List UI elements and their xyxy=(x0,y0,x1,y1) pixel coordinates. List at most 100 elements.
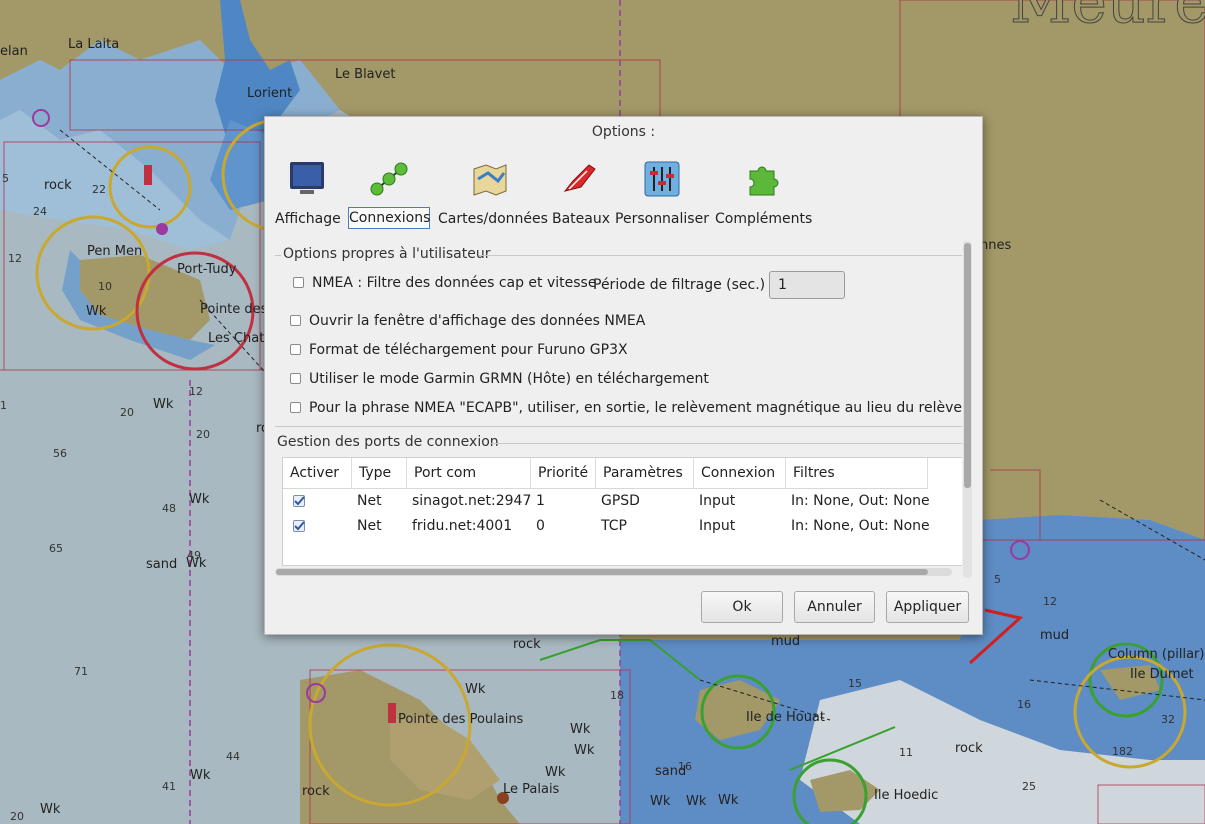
sliders-icon xyxy=(644,161,680,197)
chart-place-label: Wk xyxy=(189,492,210,507)
chart-place-label: Lorient xyxy=(247,86,293,101)
chart-place-label: Pen Men xyxy=(87,244,143,259)
depth-sounding: 12 xyxy=(8,252,22,265)
puzzle-icon xyxy=(749,166,779,196)
depth-sounding: 16 xyxy=(678,760,692,773)
cell-filters: In: None, Out: None xyxy=(791,518,930,534)
user-options-title: Options propres à l'utilisateur xyxy=(283,246,491,262)
scrollbar-thumb[interactable] xyxy=(276,569,928,575)
depth-sounding: 49 xyxy=(187,549,201,562)
col-port[interactable]: Port com xyxy=(407,458,531,489)
ecapb-label: Pour la phrase NMEA "ECAPB", utiliser, e… xyxy=(309,400,962,416)
depth-sounding: 20 xyxy=(10,810,24,823)
depth-sounding: 12 xyxy=(1043,595,1057,608)
chart-place-label: Wk xyxy=(190,768,211,783)
depth-sounding: 182 xyxy=(1112,745,1133,758)
cell-connection: Input xyxy=(699,518,736,534)
chart-place-label: rock xyxy=(44,178,72,193)
tab-personnaliser[interactable]: Personnaliser xyxy=(615,159,709,231)
chart-place-label: Wk xyxy=(718,793,739,808)
chart-region-label: Meure xyxy=(1010,0,1205,37)
col-filtres[interactable]: Filtres xyxy=(786,458,928,489)
chart-place-label: mud xyxy=(771,634,801,649)
furuno-format-checkbox[interactable] xyxy=(290,344,301,355)
depth-sounding: 48 xyxy=(162,502,176,515)
tab-cartes[interactable]: Cartes/données xyxy=(438,159,548,231)
garmin-mode-label: Utiliser le mode Garmin GRMN (Hôte) en t… xyxy=(309,371,709,387)
connections-panel[interactable]: Options propres à l'utilisateur NMEA : F… xyxy=(275,241,962,578)
chart-place-label: Wk xyxy=(86,304,107,319)
enable-checkbox[interactable] xyxy=(293,520,305,532)
chart-place-label: Les Chats xyxy=(208,331,272,346)
nmea-filter-checkbox[interactable] xyxy=(293,277,304,288)
ecapb-checkbox[interactable] xyxy=(290,402,301,413)
tab-label: Connexions xyxy=(348,207,430,229)
period-input[interactable] xyxy=(769,271,845,299)
depth-sounding: 32 xyxy=(1161,713,1175,726)
cell-port: fridu.net:4001 xyxy=(412,518,513,534)
period-label: Période de filtrage (sec.) xyxy=(593,277,766,293)
chart-place-label: Pointe des xyxy=(200,302,268,317)
ok-button[interactable]: Ok xyxy=(701,591,783,623)
open-nmea-window-checkbox[interactable] xyxy=(290,315,301,326)
ports-title: Gestion des ports de connexion xyxy=(277,434,499,450)
tab-connexions[interactable]: Connexions xyxy=(348,159,430,231)
depth-sounding: 16 xyxy=(1017,698,1031,711)
cell-connection: Input xyxy=(699,493,736,509)
col-parametres[interactable]: Paramètres xyxy=(596,458,694,489)
cancel-button[interactable]: Annuler xyxy=(794,591,875,623)
boat-icon xyxy=(563,164,596,192)
chart-place-label: Wk xyxy=(40,802,61,817)
group-border xyxy=(479,255,962,256)
scrollbar-thumb[interactable] xyxy=(964,243,971,488)
group-border xyxy=(490,443,962,444)
chart-place-label: Ile Dumet xyxy=(1130,667,1194,682)
chart-place-label: Wk xyxy=(686,794,707,809)
col-connexion[interactable]: Connexion xyxy=(694,458,786,489)
tab-complements[interactable]: Compléments xyxy=(715,159,812,231)
chart-place-label: Le Palais xyxy=(503,782,560,797)
depth-sounding: 56 xyxy=(53,447,67,460)
chart-place-label: Wk xyxy=(545,765,566,780)
garmin-mode-checkbox[interactable] xyxy=(290,373,301,384)
tab-affichage[interactable]: Affichage xyxy=(275,159,341,231)
cell-filters: In: None, Out: None xyxy=(791,493,930,509)
open-nmea-window-label: Ouvrir la fenêtre d'affichage des donnée… xyxy=(309,313,646,329)
cell-priority: 0 xyxy=(536,518,545,534)
chart-place-label: Port-Tudy xyxy=(177,262,237,277)
depth-sounding: 20 xyxy=(196,428,210,441)
horizontal-scrollbar[interactable] xyxy=(275,568,952,576)
vertical-scrollbar[interactable] xyxy=(963,241,972,578)
tab-bateaux[interactable]: Bateaux xyxy=(552,159,611,231)
depth-sounding: 5 xyxy=(2,172,9,185)
chart-place-label: Wk xyxy=(465,682,486,697)
tab-label: Affichage xyxy=(275,211,341,227)
enable-checkbox[interactable] xyxy=(293,495,305,507)
ports-table[interactable]: Activer Type Port com Priorité Paramètre… xyxy=(282,457,962,566)
group-border xyxy=(275,255,281,256)
depth-sounding: 20 xyxy=(120,406,134,419)
col-priorite[interactable]: Priorité xyxy=(531,458,596,489)
apply-button[interactable]: Appliquer xyxy=(886,591,969,623)
depth-sounding: 65 xyxy=(49,542,63,555)
charts-icon xyxy=(473,164,507,196)
col-type[interactable]: Type xyxy=(352,458,407,489)
cell-type: Net xyxy=(357,493,382,509)
depth-sounding: 71 xyxy=(74,665,88,678)
tab-label: Bateaux xyxy=(552,211,611,227)
chart-place-label: sand xyxy=(146,557,178,572)
chart-place-label: Le Blavet xyxy=(335,67,396,82)
depth-sounding: 18 xyxy=(610,689,624,702)
depth-sounding: 22 xyxy=(92,183,106,196)
chart-place-label: Wk xyxy=(574,743,595,758)
depth-sounding: 41 xyxy=(162,780,176,793)
chart-place-label: Wk xyxy=(153,397,174,412)
chart-place-label: nnes xyxy=(980,238,1012,253)
depth-sounding: 5 xyxy=(994,573,1001,586)
col-activer[interactable]: Activer xyxy=(283,458,352,489)
options-dialog: Options : Affichage Connexions Cartes/do… xyxy=(264,116,983,635)
furuno-format-label: Format de téléchargement pour Furuno GP3… xyxy=(309,342,628,358)
checkmark-icon xyxy=(294,496,305,506)
cell-priority: 1 xyxy=(536,493,545,509)
depth-sounding: 44 xyxy=(226,750,240,763)
